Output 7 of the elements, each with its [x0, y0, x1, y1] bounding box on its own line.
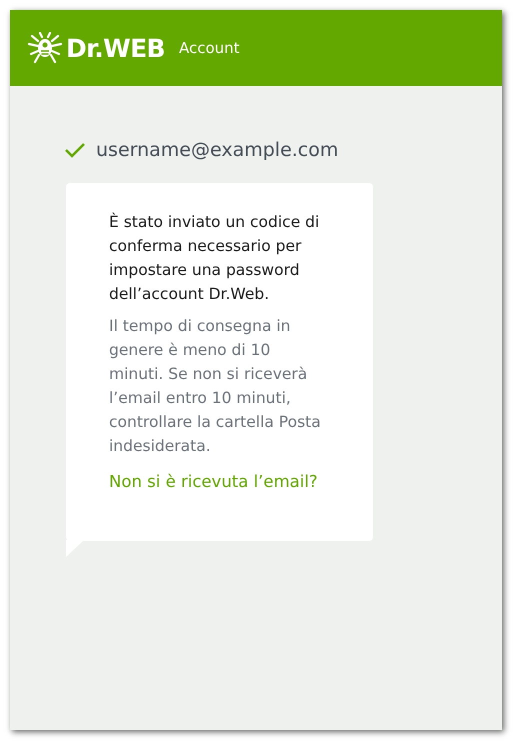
delivery-note: Il tempo di consegna in genere è meno di 10 minuti. Se non si riceverà l’email entro 10 minuti, controllare la cartella Posta indesiderata. — [109, 316, 322, 456]
header-title: Account — [178, 38, 240, 59]
logo-text: Dr.WEB — [66, 36, 165, 60]
message-text: È stato inviato un codice di conferma necessario per impostare una password dell’account Dr.Web. — [109, 212, 320, 304]
resend-email-link[interactable]: Non si è ricevuta l’email? — [109, 470, 333, 494]
spider-logo-icon — [27, 32, 63, 64]
email-address: username@example.com — [96, 138, 338, 163]
